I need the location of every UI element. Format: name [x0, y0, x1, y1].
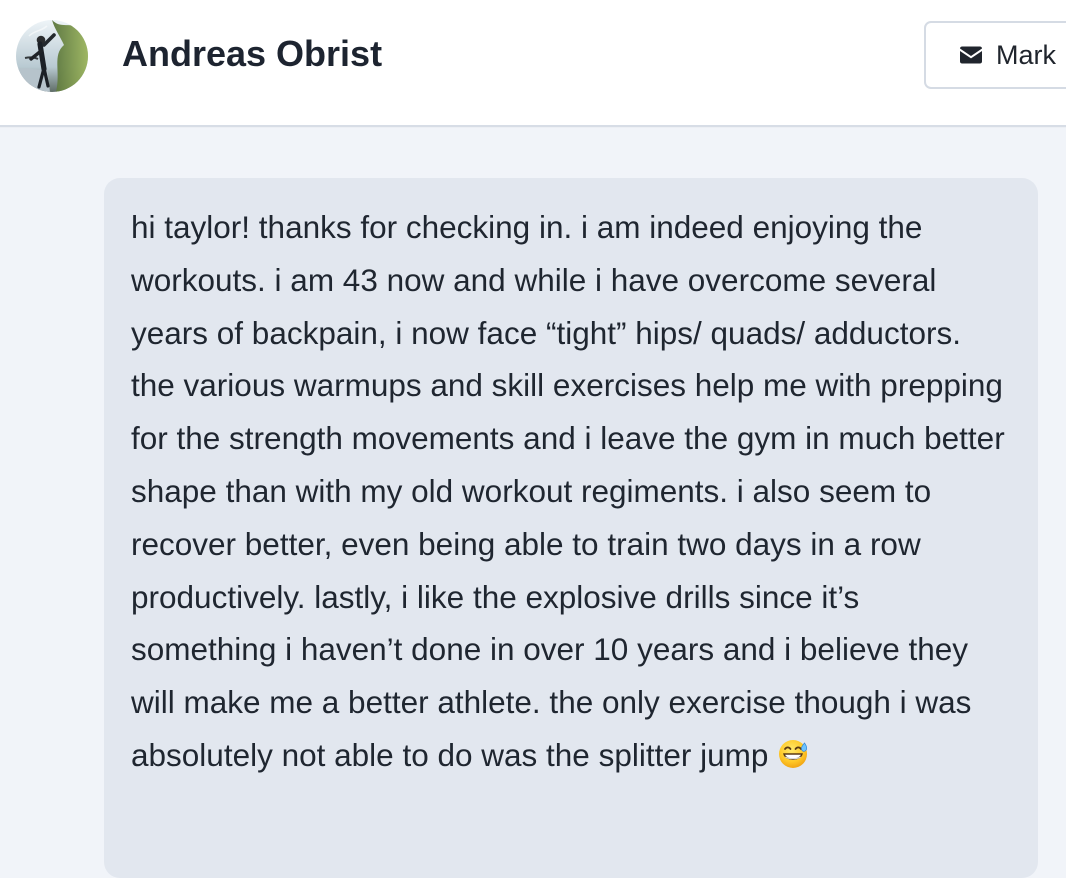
grinning-face-with-sweat-icon	[776, 736, 810, 770]
user-avatar[interactable]	[16, 20, 88, 92]
incoming-message-bubble: hi taylor! thanks for checking in. i am …	[104, 178, 1038, 878]
contact-name: Andreas Obrist	[122, 33, 383, 74]
message-body: hi taylor! thanks for checking in. i am …	[131, 201, 1012, 782]
avatar-photo	[16, 20, 88, 92]
conversation-header: Andreas Obrist Mark	[0, 0, 1066, 127]
envelope-icon	[958, 45, 984, 65]
mark-button[interactable]: Mark	[924, 21, 1066, 89]
message-text: hi taylor! thanks for checking in. i am …	[131, 209, 1005, 773]
mark-button-label: Mark	[996, 40, 1056, 70]
